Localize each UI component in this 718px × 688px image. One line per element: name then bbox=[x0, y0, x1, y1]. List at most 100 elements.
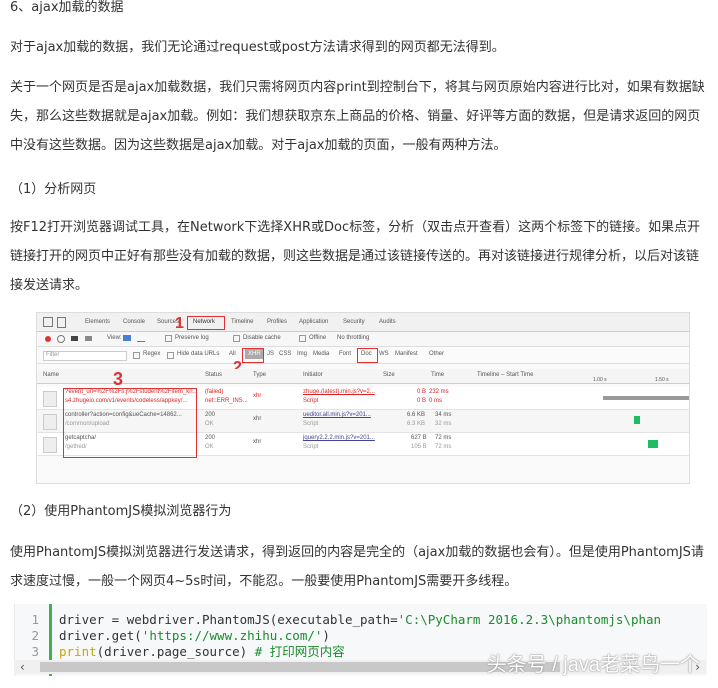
request-content-size: 105 B bbox=[411, 444, 427, 450]
code-text: ) bbox=[322, 628, 330, 643]
tab-console: Console bbox=[123, 319, 146, 325]
tab-elements: Elements bbox=[85, 319, 111, 325]
preserve-log-label: Preserve log bbox=[175, 335, 209, 341]
throttling-select: No throttling bbox=[337, 335, 370, 341]
filter-hide-data-urls: Hide data URLs bbox=[177, 351, 220, 357]
tab-audits: Audits bbox=[379, 319, 396, 325]
devtools-tab-bar: Elements Console Sources Network Timelin… bbox=[37, 313, 689, 332]
request-latency: 72 ms bbox=[435, 444, 452, 450]
timeline-bar bbox=[603, 396, 689, 400]
disable-cache-label: Disable cache bbox=[243, 335, 281, 341]
disable-cache-checkbox bbox=[233, 335, 240, 342]
code-string: 'https://www.zhihu.com/' bbox=[141, 628, 323, 643]
timeline-tick-1: 1.00 s bbox=[593, 377, 607, 383]
request-initiator-type: Script bbox=[303, 398, 319, 404]
col-type: Type bbox=[253, 372, 267, 378]
filter-js: JS bbox=[267, 351, 275, 357]
subheading-phantomjs: （2）使用PhantomJS模拟浏览器行为 bbox=[10, 504, 232, 519]
list-view-icon bbox=[123, 335, 131, 341]
filter-font: Font bbox=[339, 351, 352, 357]
paragraph-phantomjs: 使用PhantomJS模拟浏览器进行发送请求，得到返回的内容是完全的（ajax加… bbox=[10, 545, 704, 589]
tab-application: Application bbox=[299, 319, 329, 325]
request-initiator: jquery2.2.2.min.js?v=201... bbox=[303, 435, 375, 441]
request-status-text: OK bbox=[205, 421, 214, 427]
paragraph-ajax-check: 关于一个网页是否是ajax加载数据，我们只需将网页内容print到控制台下，将其… bbox=[10, 80, 705, 153]
view-label: View: bbox=[107, 335, 122, 341]
request-time: 72 ms bbox=[435, 435, 452, 441]
devtools-toolbar: View: Preserve log Disable cache Offline… bbox=[37, 332, 689, 347]
code-line-2: driver.get('https://www.zhihu.com/') bbox=[59, 628, 330, 644]
file-icon bbox=[43, 437, 57, 453]
line-number: 1 bbox=[31, 612, 39, 627]
file-icon bbox=[43, 391, 57, 407]
xhr-requests-highlight bbox=[63, 388, 197, 458]
waterfall-icon bbox=[137, 335, 145, 342]
code-line-1: driver = webdriver.PhantomJS(executable_… bbox=[59, 612, 661, 628]
request-initiator: zhuge.(latest).min.js?v=2... bbox=[303, 389, 375, 395]
request-size: 6.6 KB bbox=[407, 412, 426, 418]
request-status: 200 bbox=[205, 412, 216, 418]
code-text: (driver.page_source) bbox=[96, 644, 255, 659]
filter-media: Media bbox=[313, 351, 330, 357]
request-initiator: ueditor.all.min.js?v=201... bbox=[303, 412, 371, 418]
timeline-bar bbox=[634, 416, 640, 424]
hide-data-urls-checkbox bbox=[167, 352, 174, 359]
doc-filter-highlight bbox=[357, 348, 378, 363]
annotation-1: 1 bbox=[175, 315, 184, 332]
line-number: 2 bbox=[31, 628, 39, 643]
request-initiator-type: Script bbox=[303, 444, 319, 450]
capture-icon bbox=[71, 336, 78, 341]
request-content-size: 6.3 KB bbox=[407, 421, 426, 427]
filter-manifest: Manifest bbox=[395, 351, 418, 357]
col-initiator: Initiator bbox=[303, 372, 323, 378]
clear-icon bbox=[57, 335, 65, 343]
request-latency: 0 ms bbox=[429, 398, 443, 404]
devtools-screenshot: Elements Console Sources Network Timelin… bbox=[36, 312, 690, 484]
watermark: 头条号 / java老菜鸟一个 bbox=[486, 654, 700, 676]
request-content-size: 0 B bbox=[417, 398, 427, 404]
request-type: xhr bbox=[253, 393, 262, 399]
tab-security: Security bbox=[343, 319, 365, 325]
code-text: driver.get( bbox=[59, 628, 142, 643]
timeline-tick-2: 1.50 s bbox=[655, 377, 669, 383]
request-time: 232 ms bbox=[429, 389, 449, 395]
regex-checkbox bbox=[133, 352, 140, 359]
scroll-left-arrow-icon[interactable]: ‹ bbox=[20, 660, 25, 674]
offline-checkbox bbox=[299, 335, 306, 342]
filter-ws: WS bbox=[379, 351, 389, 357]
scrollbar-thumb[interactable] bbox=[40, 662, 560, 672]
tab-profiles: Profiles bbox=[267, 319, 288, 325]
xhr-filter-highlight bbox=[242, 348, 264, 363]
file-icon bbox=[43, 414, 57, 430]
request-status-text: net::ERR_INS... bbox=[205, 398, 248, 404]
paragraph-ajax-intro: 对于ajax加载的数据，我们无论通过request或post方法请求得到的网页都… bbox=[10, 40, 505, 55]
filter-img: Img bbox=[297, 351, 308, 357]
col-time: Time bbox=[431, 372, 445, 378]
section-heading: 6、ajax加载的数据 bbox=[10, 0, 124, 15]
filter-regex: Regex bbox=[143, 351, 161, 357]
line-number: 3 bbox=[31, 644, 39, 659]
col-name: Name bbox=[43, 372, 60, 378]
filter-icon bbox=[85, 336, 92, 341]
code-text: driver = webdriver.PhantomJS(executable_… bbox=[59, 612, 398, 627]
col-size: Size bbox=[383, 372, 395, 378]
request-initiator-type: Script bbox=[303, 421, 319, 427]
request-size: 627 B bbox=[411, 435, 427, 441]
paragraph-f12-devtools: 按F12打开浏览器调试工具，在Network下选择XHR或Doc标签，分析（双击… bbox=[10, 220, 701, 293]
request-type: xhr bbox=[253, 416, 262, 422]
request-latency: 32 ms bbox=[435, 421, 452, 427]
tab-timeline: Timeline bbox=[231, 319, 254, 325]
offline-label: Offline bbox=[309, 335, 327, 341]
request-type: xhr bbox=[253, 439, 262, 445]
request-size: 0 B bbox=[417, 389, 427, 395]
col-status: Status bbox=[205, 372, 223, 378]
col-timeline: Timeline – Start Time bbox=[477, 372, 534, 378]
filter-css: CSS bbox=[279, 351, 292, 357]
request-status: 200 bbox=[205, 435, 216, 441]
request-status-text: OK bbox=[205, 444, 214, 450]
device-icon bbox=[57, 317, 66, 328]
network-tab-highlight bbox=[187, 316, 225, 330]
code-string: 'C:\PyCharm 2016.2.3\phantomjs\phan bbox=[397, 612, 662, 627]
request-table-header: Name Status Type Initiator Size Time Tim… bbox=[37, 369, 689, 384]
filter-other: Other bbox=[429, 351, 445, 357]
